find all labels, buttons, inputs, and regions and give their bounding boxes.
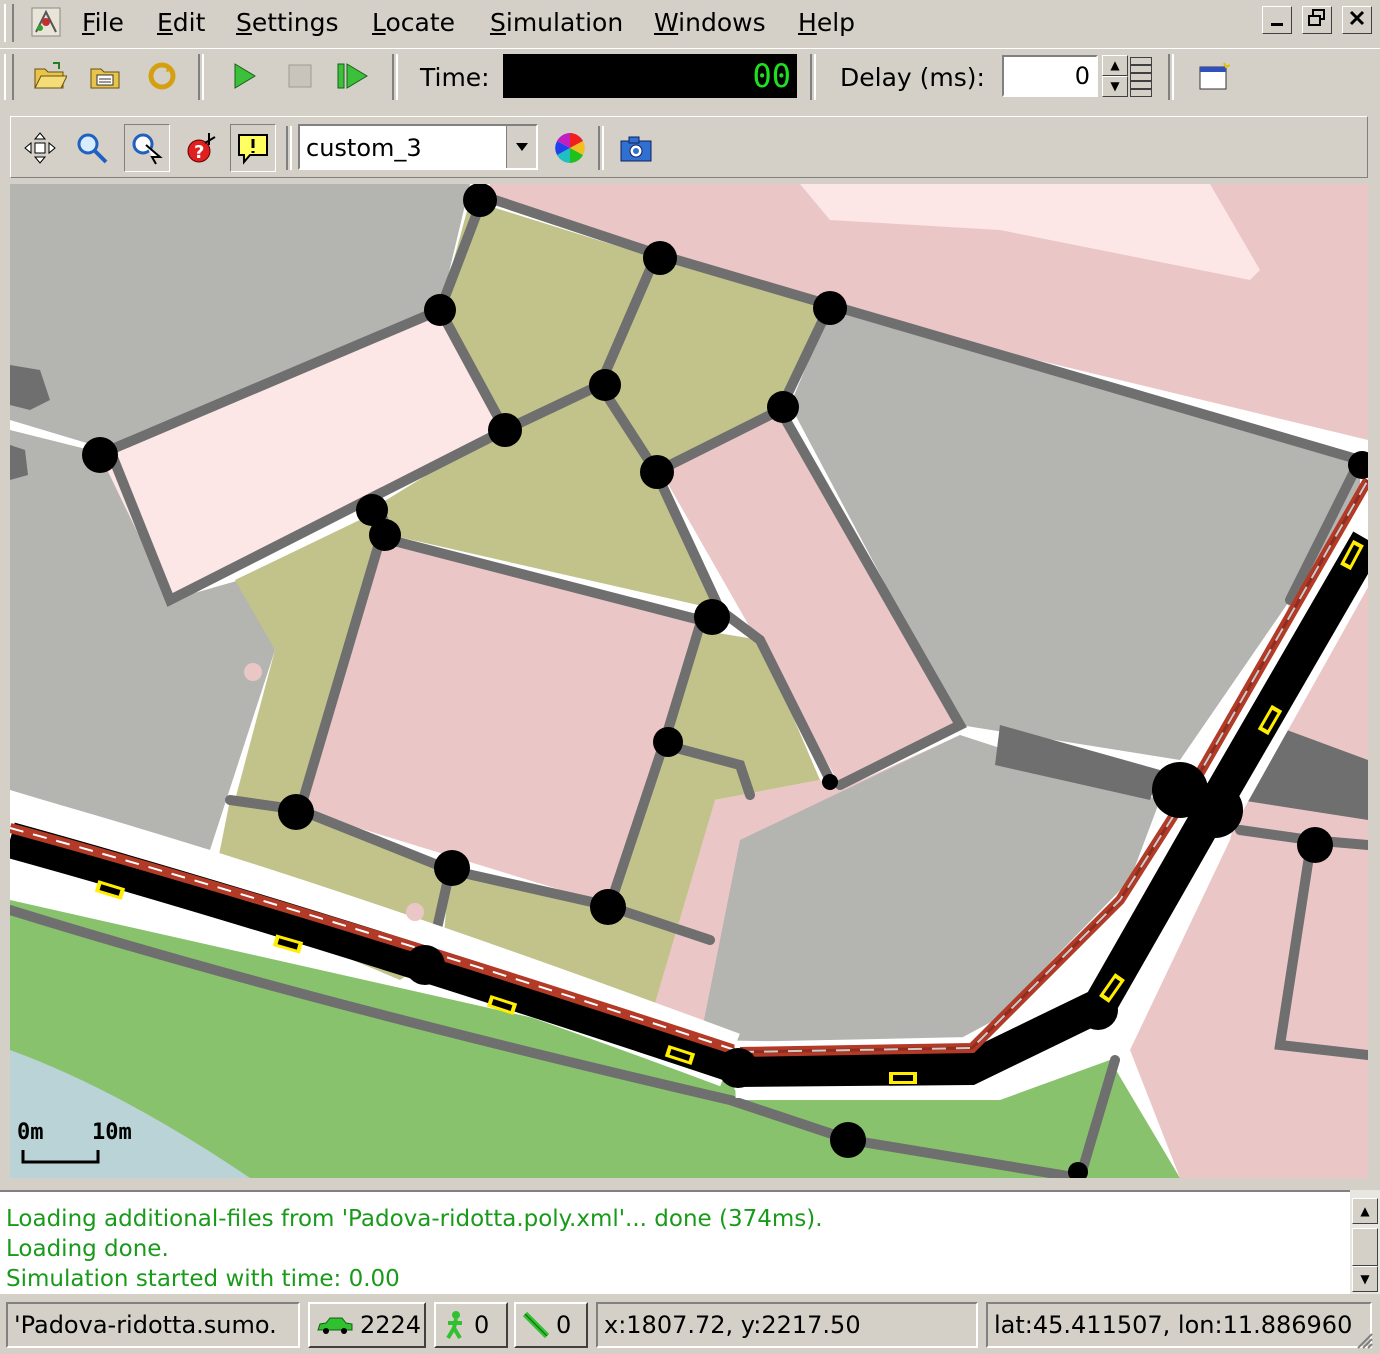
- vehicles-button[interactable]: 2224: [308, 1302, 426, 1348]
- reload-button[interactable]: [140, 54, 184, 98]
- menu-file[interactable]: File: [82, 8, 124, 37]
- recenter-icon: [24, 132, 56, 164]
- minimize-button[interactable]: [1262, 6, 1292, 34]
- message-log[interactable]: Loading additional-files from 'Padova-ri…: [0, 1190, 1350, 1294]
- time-label: Time:: [420, 63, 490, 92]
- log-scrollbar[interactable]: ▲ ▼: [1350, 1190, 1380, 1294]
- camera-icon: [620, 136, 652, 162]
- edit-coloring-button[interactable]: [548, 126, 592, 170]
- car-icon: [317, 1317, 353, 1334]
- reload-icon: [148, 62, 176, 90]
- stop-button[interactable]: [278, 54, 322, 98]
- scroll-up-button[interactable]: ▲: [1352, 1198, 1378, 1224]
- menu-simulation[interactable]: Simulation: [490, 8, 623, 37]
- screenshot-button[interactable]: [614, 126, 658, 170]
- persons-button[interactable]: 0: [434, 1302, 508, 1348]
- close-icon: [1349, 10, 1365, 26]
- locate-icon: [132, 133, 163, 165]
- chevron-down-icon[interactable]: [506, 126, 536, 168]
- restore-button[interactable]: [1302, 6, 1332, 34]
- open-network-icon: [90, 68, 120, 89]
- locate-button[interactable]: [124, 124, 170, 172]
- scroll-thumb[interactable]: [1352, 1228, 1378, 1266]
- play-icon: [234, 63, 256, 89]
- magnifier-icon: [77, 133, 108, 164]
- zoom-button[interactable]: [70, 126, 114, 170]
- stop-icon: [288, 64, 312, 88]
- open-folder-icon: [34, 62, 67, 89]
- toolbar-separator: [810, 54, 816, 100]
- run-button[interactable]: [222, 54, 266, 98]
- log-line: Simulation started with time: 0.00: [6, 1266, 400, 1292]
- question-icon: ?: [187, 133, 216, 163]
- scale-label-end: 10m: [92, 1120, 132, 1145]
- container-count: 0: [556, 1311, 572, 1339]
- toolbar-separator: [198, 54, 204, 100]
- log-line: Loading additional-files from 'Padova-ri…: [6, 1206, 823, 1232]
- tooltip-toggle-button[interactable]: [230, 124, 276, 172]
- menubar-grip[interactable]: [4, 4, 14, 42]
- delay-dial[interactable]: [1130, 57, 1152, 97]
- recenter-button[interactable]: [18, 126, 62, 170]
- delay-label: Delay (ms):: [840, 63, 985, 92]
- latlon-coordinates: lat:45.411507, lon:11.886960: [986, 1302, 1372, 1348]
- toolbar-separator: [598, 126, 604, 170]
- config-file-label: 'Padova-ridotta.sumo.: [6, 1302, 300, 1348]
- person-icon: [446, 1311, 462, 1340]
- open-button[interactable]: [28, 54, 72, 98]
- log-line: Loading done.: [6, 1236, 169, 1262]
- menu-locate[interactable]: Locate: [372, 8, 455, 37]
- vehicle: [889, 1072, 917, 1084]
- color-scheme-select[interactable]: custom_3: [298, 124, 538, 170]
- menu-help[interactable]: Help: [798, 8, 855, 37]
- info-button[interactable]: ?: [180, 126, 224, 170]
- container-icon: [522, 1311, 550, 1339]
- delay-increment-button[interactable]: ▲: [1102, 55, 1128, 76]
- toolbar-grip[interactable]: [4, 54, 14, 100]
- scale-label-start: 0m: [17, 1120, 44, 1145]
- resize-grip-icon[interactable]: [1354, 1328, 1374, 1349]
- minimize-icon: [1271, 23, 1283, 26]
- poi-marker: [406, 903, 424, 921]
- poi-marker: [244, 663, 262, 681]
- map-canvas[interactable]: 0m 10m: [10, 184, 1368, 1178]
- menu-settings[interactable]: Settings: [236, 8, 339, 37]
- scroll-down-button[interactable]: ▼: [1352, 1266, 1378, 1292]
- xy-coordinates: x:1807.72, y:2217.50: [596, 1302, 978, 1348]
- menu-edit[interactable]: Edit: [157, 8, 205, 37]
- delay-decrement-button[interactable]: ▼: [1102, 76, 1128, 97]
- toolbar-separator: [286, 126, 292, 170]
- toolbar-separator: [392, 54, 398, 100]
- restore-icon: [1308, 9, 1325, 26]
- menu-windows[interactable]: Windows: [654, 8, 766, 37]
- person-count: 0: [474, 1311, 490, 1339]
- status-bar: 'Padova-ridotta.sumo. 2224 0 0 x:1807.72…: [0, 1298, 1380, 1354]
- delay-input[interactable]: 0: [1002, 55, 1098, 97]
- time-display: 00: [503, 54, 797, 98]
- color-scheme-value: custom_3: [306, 134, 422, 162]
- color-wheel-icon: [555, 133, 585, 163]
- svg-text:?: ?: [194, 142, 204, 163]
- app-icon[interactable]: [30, 6, 62, 38]
- new-window-icon: [1199, 62, 1230, 90]
- new-view-button[interactable]: [1192, 54, 1236, 98]
- step-button[interactable]: [330, 54, 374, 98]
- tooltip-icon: [238, 134, 268, 165]
- step-icon: [337, 63, 368, 89]
- open-network-button[interactable]: [84, 54, 128, 98]
- menu-bar: File Edit Settings Locate Simulation Win…: [0, 0, 1380, 46]
- containers-button[interactable]: 0: [514, 1302, 588, 1348]
- vehicle-count: 2224: [360, 1311, 422, 1339]
- close-button[interactable]: [1342, 6, 1372, 34]
- toolbar-separator: [1168, 54, 1174, 100]
